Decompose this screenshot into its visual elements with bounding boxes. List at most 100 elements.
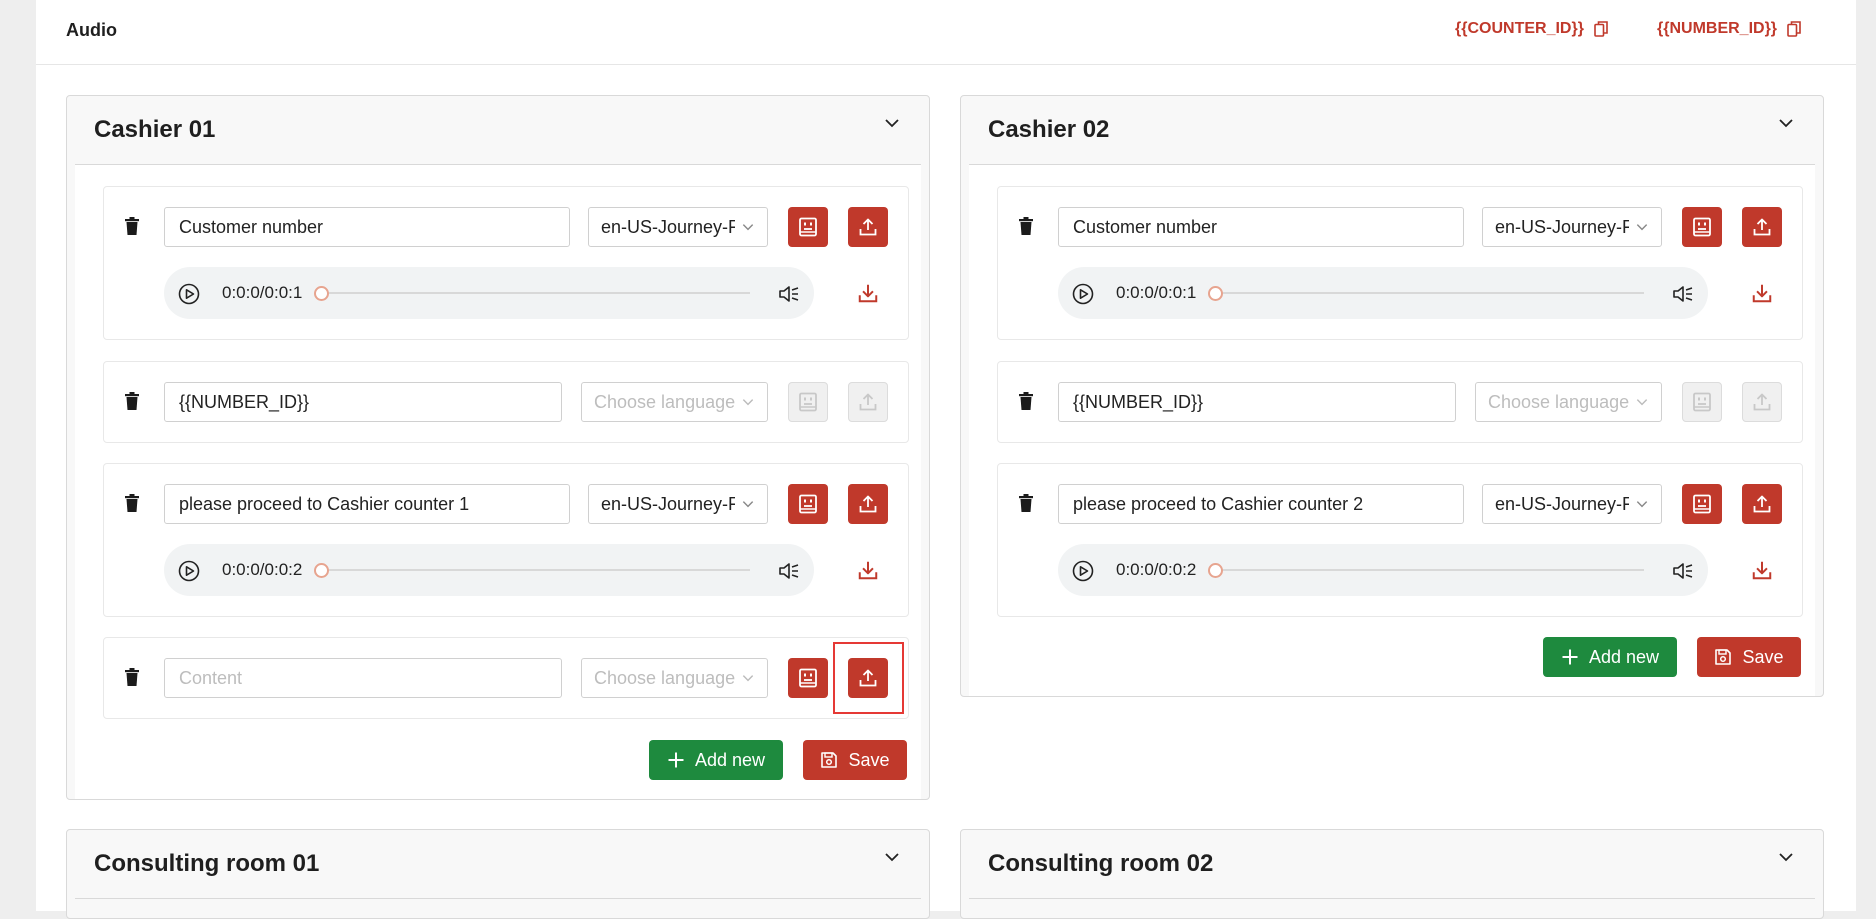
upload-icon [858, 668, 878, 688]
plus-icon [1561, 648, 1579, 666]
play-icon[interactable] [1072, 560, 1094, 582]
chevron-down-icon[interactable] [883, 848, 901, 866]
play-icon[interactable] [1072, 283, 1094, 305]
copy-icon[interactable] [1594, 21, 1608, 37]
text-to-speech-button[interactable] [1682, 207, 1722, 247]
content-input[interactable] [1058, 207, 1464, 247]
content-input[interactable] [164, 207, 570, 247]
audio-progress-track[interactable] [1214, 292, 1644, 294]
language-select[interactable]: en-US-Journey-F [588, 207, 768, 247]
text-to-speech-button[interactable] [788, 658, 828, 698]
download-icon[interactable] [857, 282, 879, 304]
panel-header[interactable]: Consulting room 02 [969, 830, 1815, 899]
content-input[interactable] [164, 484, 570, 524]
panel-title: Cashier 01 [94, 116, 216, 143]
language-placeholder: Choose language [594, 667, 735, 688]
upload-icon [1752, 494, 1772, 514]
audio-time: 0:0:0/0:0:1 [222, 283, 303, 302]
trash-icon[interactable] [124, 217, 140, 235]
audio-time: 0:0:0/0:0:2 [1116, 560, 1197, 579]
upload-icon [858, 494, 878, 514]
save-label: Save [1742, 646, 1784, 667]
text-to-speech-button[interactable] [788, 484, 828, 524]
number-id-copy-tag[interactable]: {{NUMBER_ID}} [1657, 20, 1801, 38]
add-new-button[interactable]: Add new [649, 740, 783, 780]
upload-button[interactable] [1742, 382, 1782, 422]
language-select[interactable]: Choose language [581, 382, 768, 422]
language-select[interactable]: Choose language [581, 658, 768, 698]
audio-item: Choose language [103, 361, 909, 443]
audio-page: Audio {{COUNTER_ID}} {{NUMBER_ID}} Cashi… [36, 0, 1856, 919]
upload-button[interactable] [848, 207, 888, 247]
upload-button[interactable] [848, 382, 888, 422]
audio-progress-track[interactable] [320, 292, 750, 294]
audio-progress-track[interactable] [1214, 569, 1644, 571]
upload-icon [858, 217, 878, 237]
panel-header[interactable]: Cashier 01 [75, 96, 921, 165]
content-input[interactable] [1058, 382, 1456, 422]
panel-header[interactable]: Cashier 02 [969, 96, 1815, 165]
upload-icon [1752, 392, 1772, 412]
audio-progress-track[interactable] [320, 569, 750, 571]
audio-progress-thumb[interactable] [314, 286, 329, 301]
volume-icon[interactable] [1672, 283, 1694, 305]
text-to-speech-button[interactable] [1682, 484, 1722, 524]
chevron-down-icon[interactable] [1777, 848, 1795, 866]
panel-title: Consulting room 02 [988, 850, 1214, 877]
language-value: en-US-Journey-F [1495, 493, 1629, 514]
chevron-down-icon[interactable] [1777, 114, 1795, 132]
volume-icon[interactable] [778, 283, 800, 305]
panel-title: Consulting room 01 [94, 850, 320, 877]
text-to-speech-icon [798, 217, 818, 237]
download-icon[interactable] [1751, 282, 1773, 304]
language-value: en-US-Journey-F [601, 216, 735, 237]
page-title: Audio [66, 20, 117, 40]
volume-icon[interactable] [778, 560, 800, 582]
audio-progress-thumb[interactable] [314, 563, 329, 578]
chevron-down-icon[interactable] [883, 114, 901, 132]
upload-button[interactable] [1742, 207, 1782, 247]
panel-header[interactable]: Consulting room 01 [75, 830, 921, 899]
trash-icon[interactable] [1018, 494, 1034, 512]
language-select[interactable]: en-US-Journey-F [1482, 484, 1662, 524]
save-button[interactable]: Save [803, 740, 907, 780]
audio-player: 0:0:0/0:0:1 [1058, 267, 1708, 319]
play-icon[interactable] [178, 283, 200, 305]
audio-progress-thumb[interactable] [1208, 563, 1223, 578]
trash-icon[interactable] [124, 668, 140, 686]
language-select[interactable]: en-US-Journey-F [588, 484, 768, 524]
language-select[interactable]: Choose language [1475, 382, 1662, 422]
panel-body: en-US-Journey-F 0:0:0/0:0:1 [75, 165, 921, 799]
chevron-down-icon [741, 220, 755, 234]
audio-progress-thumb[interactable] [1208, 286, 1223, 301]
trash-icon[interactable] [1018, 217, 1034, 235]
text-to-speech-button[interactable] [788, 207, 828, 247]
add-new-button[interactable]: Add new [1543, 637, 1677, 677]
audio-item: en-US-Journey-F 0:0:0/0:0:1 [103, 186, 909, 340]
text-to-speech-button[interactable] [788, 382, 828, 422]
upload-button[interactable] [848, 658, 888, 698]
text-to-speech-button[interactable] [1682, 382, 1722, 422]
content-input[interactable] [164, 658, 562, 698]
download-icon[interactable] [1751, 559, 1773, 581]
play-icon[interactable] [178, 560, 200, 582]
text-to-speech-icon [1692, 392, 1712, 412]
audio-player: 0:0:0/0:0:2 [164, 544, 814, 596]
upload-button[interactable] [848, 484, 888, 524]
panel-cashier-01: Cashier 01 en-US-Journey-F [66, 95, 930, 800]
trash-icon[interactable] [124, 392, 140, 410]
audio-time: 0:0:0/0:0:1 [1116, 283, 1197, 302]
save-button[interactable]: Save [1697, 637, 1801, 677]
trash-icon[interactable] [1018, 392, 1034, 410]
counter-id-copy-tag[interactable]: {{COUNTER_ID}} [1455, 20, 1608, 38]
download-icon[interactable] [857, 559, 879, 581]
volume-icon[interactable] [1672, 560, 1694, 582]
panel-cashier-02: Cashier 02 en-US-Journey-F 0:0 [960, 95, 1824, 697]
copy-icon[interactable] [1787, 21, 1801, 37]
content-input[interactable] [164, 382, 562, 422]
upload-button[interactable] [1742, 484, 1782, 524]
trash-icon[interactable] [124, 494, 140, 512]
language-select[interactable]: en-US-Journey-F [1482, 207, 1662, 247]
content-input[interactable] [1058, 484, 1464, 524]
audio-item: en-US-Journey-F 0:0:0/0:0:2 [103, 463, 909, 617]
